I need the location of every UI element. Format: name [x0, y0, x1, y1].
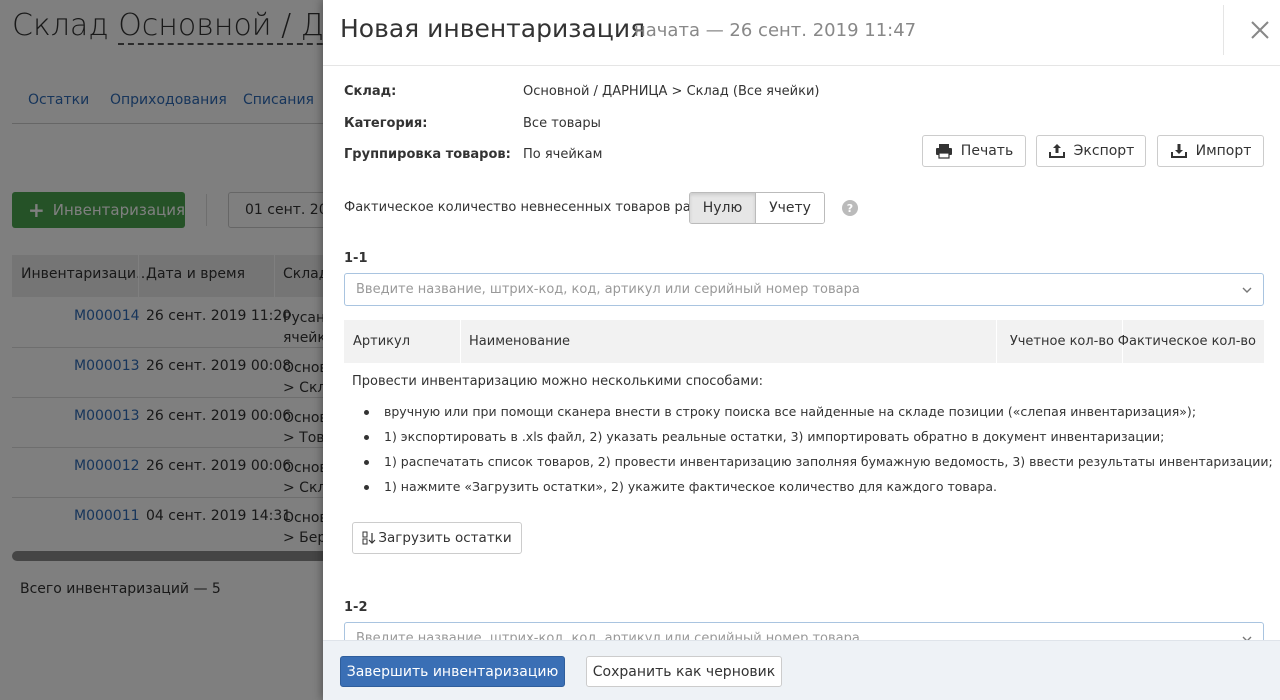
finish-inventory-button[interactable]: Завершить инвентаризацию [340, 656, 565, 687]
fact-quantity-toggle: Нулю Учету [689, 192, 825, 224]
close-icon [1251, 21, 1269, 39]
modal-footer: Завершить инвентаризацию Сохранить как ч… [323, 640, 1280, 700]
field-label-warehouse: Склад: [344, 84, 397, 99]
sort-icon [362, 531, 376, 545]
field-value-warehouse: Основной / ДАРНИЦА > Склад (Все ячейки) [523, 84, 820, 99]
column-header-actual-qty: Фактическое кол-во [1117, 334, 1256, 349]
column-header-name: Наименование [469, 334, 571, 349]
fact-quantity-label: Фактическое количество невнесенных товар… [344, 200, 715, 215]
product-search-input[interactable]: Введите название, штрих-код, код, артику… [344, 273, 1264, 306]
modal-subtitle: начата — 26 сент. 2019 11:47 [634, 20, 917, 41]
column-header-sku: Артикул [353, 334, 411, 349]
field-value-category: Все товары [523, 116, 601, 131]
modal-title: Новая инвентаризация [340, 14, 646, 43]
field-label-category: Категория: [344, 116, 428, 131]
printer-icon [935, 144, 952, 159]
save-draft-button[interactable]: Сохранить как черновик [586, 656, 782, 687]
list-item: вручную или при помощи сканера внести в … [352, 399, 1273, 424]
close-button[interactable] [1245, 14, 1275, 44]
load-stock-button[interactable]: Загрузить остатки [352, 522, 522, 554]
items-table-header: Артикул Наименование Учетное кол-во Факт… [344, 320, 1264, 363]
list-item: 1) нажмите «Загрузить остатки», 2) укажи… [352, 474, 1273, 499]
upload-icon [1048, 144, 1065, 158]
option-accounting[interactable]: Учету [756, 193, 824, 223]
list-item: 1) распечатать список товаров, 2) провес… [352, 449, 1273, 474]
import-button[interactable]: Импорт [1157, 135, 1264, 167]
list-item: 1) экспортировать в .xls файл, 2) указат… [352, 424, 1273, 449]
help-icon[interactable]: ? [842, 200, 858, 216]
instructions-intro: Провести инвентаризацию можно нескольким… [352, 374, 764, 389]
field-label-grouping: Группировка товаров: [344, 147, 511, 162]
print-button[interactable]: Печать [922, 135, 1026, 167]
inventory-modal: Новая инвентаризация начата — 26 сент. 2… [323, 0, 1280, 700]
option-zero[interactable]: Нулю [690, 193, 756, 223]
section-title: 1-1 [344, 251, 368, 266]
column-header-accounting-qty: Учетное кол-во [1009, 334, 1114, 349]
modal-header: Новая инвентаризация начата — 26 сент. 2… [323, 0, 1280, 66]
field-value-grouping: По ячейкам [523, 147, 603, 162]
download-icon [1170, 144, 1187, 158]
export-button[interactable]: Экспорт [1036, 135, 1146, 167]
chevron-down-icon [1242, 287, 1252, 293]
section-title: 1-2 [344, 600, 368, 615]
instructions-list: вручную или при помощи сканера внести в … [352, 399, 1273, 499]
